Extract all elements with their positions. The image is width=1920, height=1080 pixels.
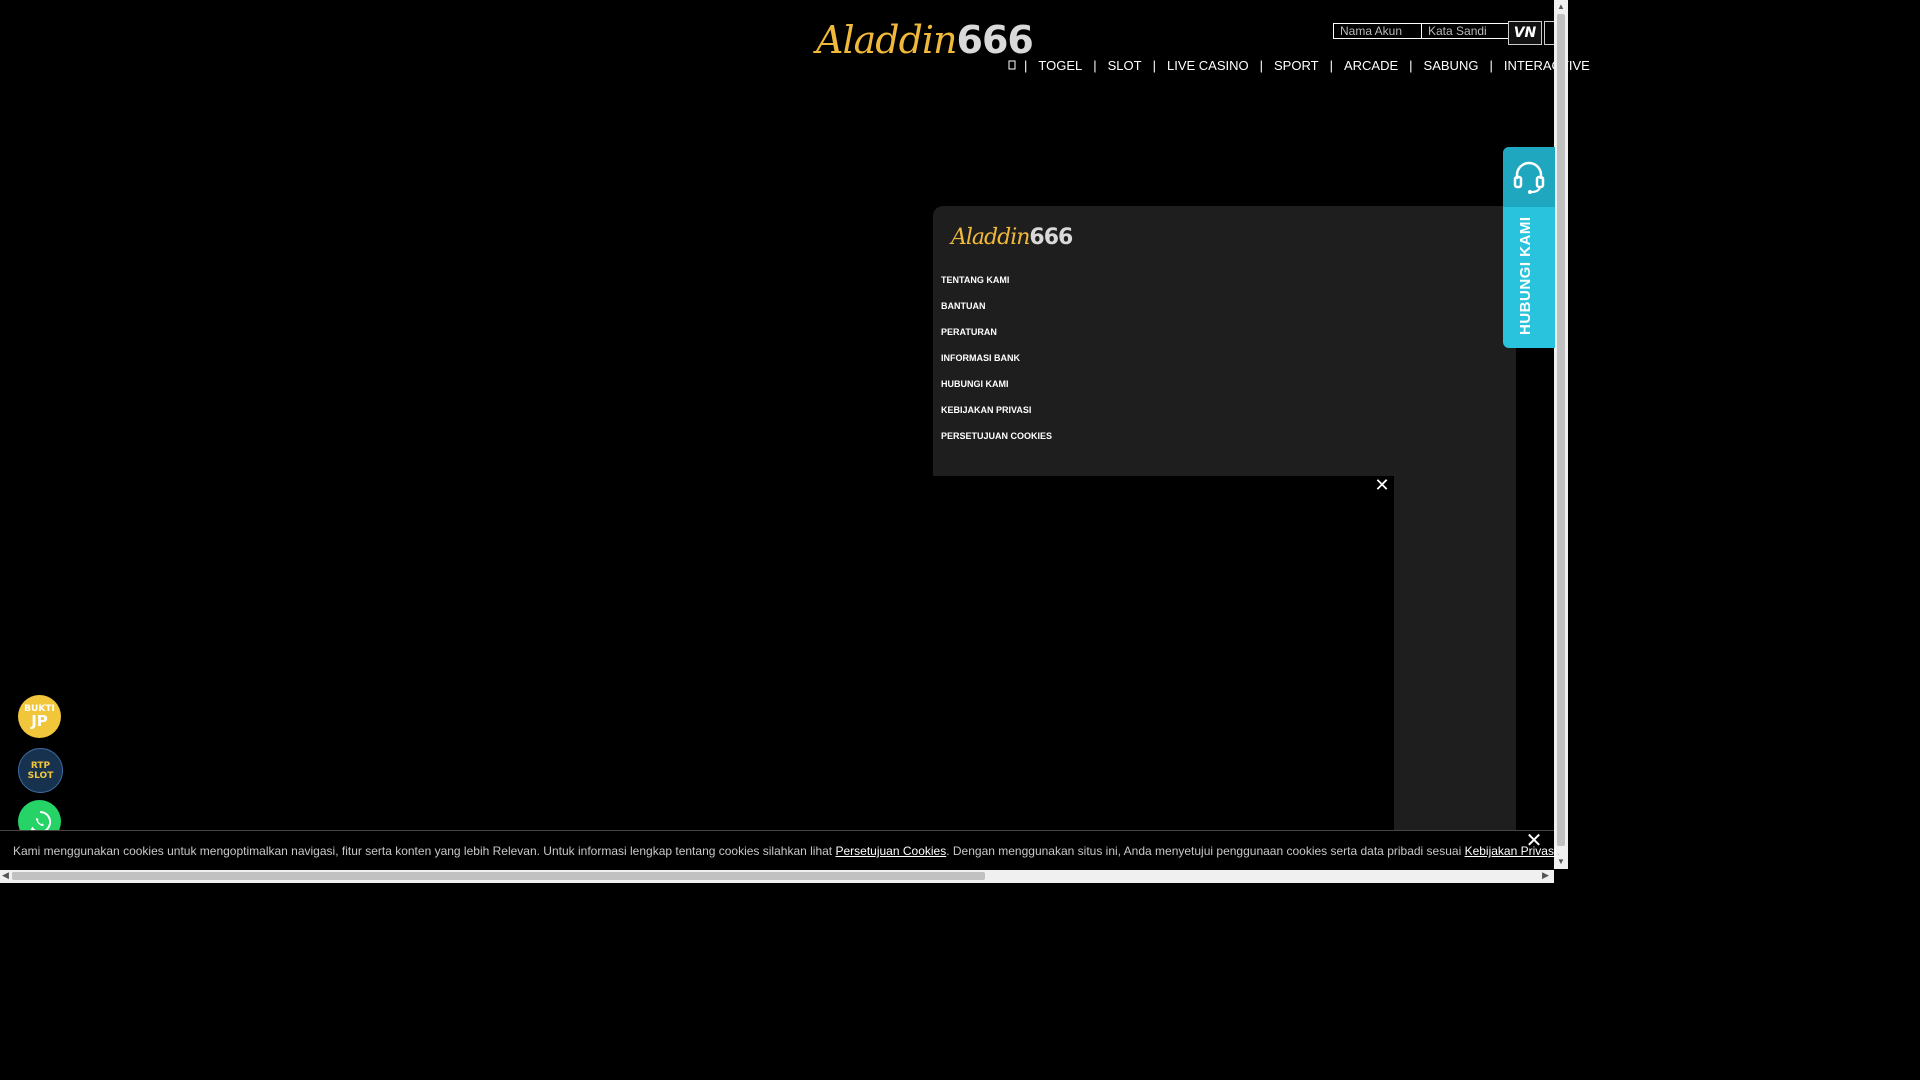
scroll-down-icon[interactable]: ▼ bbox=[1557, 857, 1565, 866]
footer-link-informasi-bank[interactable]: INFORMASI BANK bbox=[941, 352, 1052, 378]
cookie-bar: Kami menggunakan cookies untuk mengoptim… bbox=[0, 830, 1560, 870]
main-nav: | TOGEL | SLOT | LIVE CASINO | SPORT | ARCADE | SAB… bbox=[1000, 57, 1601, 73]
headset-box bbox=[1503, 147, 1555, 207]
language-selector[interactable]: VN bbox=[1508, 21, 1542, 45]
cookie-text-middle: . Dengan menggunakan situs ini, Anda men… bbox=[946, 844, 1465, 858]
horizontal-scrollbar[interactable]: ◀ ▶ bbox=[0, 869, 1554, 883]
vertical-scroll-thumb[interactable] bbox=[1557, 14, 1565, 846]
nav-item-sabung[interactable]: SABUNG bbox=[1413, 58, 1490, 73]
popup-overlay bbox=[933, 476, 1394, 846]
rtp-line2: SLOT bbox=[27, 770, 54, 781]
horizontal-scroll-thumb[interactable] bbox=[12, 872, 985, 880]
footer-link-bantuan[interactable]: BANTUAN bbox=[941, 300, 1052, 326]
nav-item-togel[interactable]: TOGEL bbox=[1027, 58, 1093, 73]
cookie-text: Kami menggunakan cookies untuk mengoptim… bbox=[13, 844, 1560, 858]
cookie-text-before: Kami menggunakan cookies untuk mengoptim… bbox=[13, 844, 836, 858]
headset-icon bbox=[1513, 161, 1545, 194]
cookie-consent-link[interactable]: Persetujuan Cookies bbox=[835, 844, 946, 858]
cookie-text-after: . bbox=[1556, 844, 1560, 858]
contact-tab-label: HUBUNGI KAMI bbox=[1517, 216, 1534, 336]
contact-tab[interactable]: HUBUNGI KAMI bbox=[1503, 147, 1555, 348]
nav-item-interactive[interactable]: INTERACTIVE bbox=[1493, 58, 1601, 73]
footer-link-hubungi-kami[interactable]: HUBUNGI KAMI bbox=[941, 378, 1052, 404]
cookie-close-icon[interactable]: ✕ bbox=[1524, 831, 1544, 851]
nav-item-slot[interactable]: SLOT bbox=[1097, 58, 1153, 73]
home-icon bbox=[1008, 60, 1016, 69]
scroll-right-icon[interactable]: ▶ bbox=[1542, 870, 1549, 881]
vertical-scrollbar[interactable]: ▲ ▼ bbox=[1554, 0, 1568, 869]
footer-link-kebijakan-privasi[interactable]: KEBIJAKAN PRIVASI bbox=[941, 404, 1052, 430]
footer-link-persetujuan-cookies[interactable]: PERSETUJUAN COOKIES bbox=[941, 430, 1052, 456]
nav-item-arcade[interactable]: ARCADE bbox=[1333, 58, 1409, 73]
footer-logo[interactable]: Aladdin666 bbox=[951, 224, 1073, 252]
password-input[interactable] bbox=[1421, 23, 1509, 39]
logo-number: 666 bbox=[956, 18, 1034, 62]
nav-item-live-casino[interactable]: LIVE CASINO bbox=[1156, 58, 1260, 73]
footer-links: TENTANG KAMI BANTUAN PERATURAN INFORMASI BA… bbox=[941, 274, 1052, 456]
bukti-jp-button[interactable]: BUKTI JP bbox=[18, 695, 61, 738]
language-label: VN bbox=[1513, 25, 1537, 41]
nav-item-sport[interactable]: SPORT bbox=[1263, 58, 1330, 73]
site-logo[interactable]: Aladdin666 bbox=[816, 18, 1034, 62]
logo-script: Aladdin bbox=[816, 18, 958, 62]
bukti-line2: JP bbox=[31, 712, 48, 730]
scroll-up-icon[interactable]: ▲ bbox=[1557, 2, 1565, 11]
footer-link-tentang-kami[interactable]: TENTANG KAMI bbox=[941, 274, 1052, 300]
footer-link-peraturan[interactable]: PERATURAN bbox=[941, 326, 1052, 352]
popup-close-icon[interactable]: ✕ bbox=[1372, 475, 1392, 495]
footer-logo-script: Aladdin bbox=[951, 225, 1030, 250]
rtp-line1: RTP bbox=[30, 760, 51, 771]
footer-logo-number: 666 bbox=[1029, 225, 1073, 250]
rtp-slot-button[interactable]: RTP SLOT bbox=[18, 748, 63, 793]
username-input[interactable] bbox=[1333, 23, 1433, 39]
nav-home[interactable] bbox=[1000, 58, 1024, 73]
scroll-left-icon[interactable]: ◀ bbox=[2, 870, 9, 881]
